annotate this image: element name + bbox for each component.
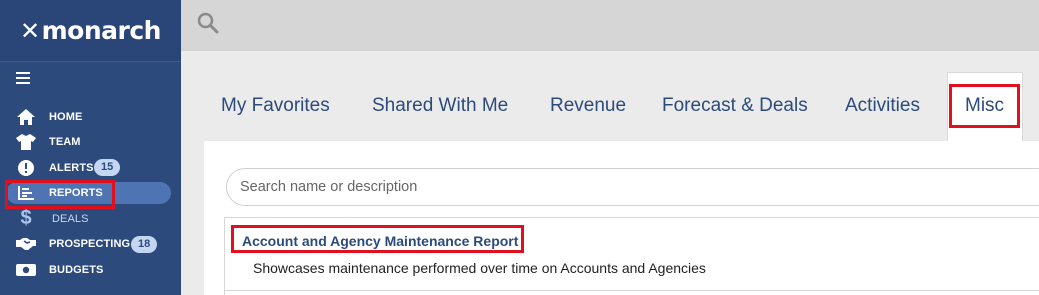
logo-bar: ✕ monarch <box>0 0 181 62</box>
sidebar-item-home[interactable]: HOME <box>0 104 181 130</box>
report-highlight-box <box>231 225 524 253</box>
search-icon[interactable] <box>197 12 219 39</box>
shirt-icon <box>14 132 38 152</box>
tab-activities[interactable]: Activities <box>845 95 920 117</box>
sidebar-item-label: HOME <box>49 110 83 123</box>
sidebar-item-label: TEAM <box>49 136 81 149</box>
search-placeholder: Search name or description <box>240 179 418 195</box>
menu-icon[interactable] <box>16 72 30 88</box>
sidebar-item-label: DEALS <box>52 212 89 225</box>
sidebar-item-alerts[interactable]: ALERTS 15 <box>0 155 181 181</box>
logo-mark-icon: ✕ <box>20 16 40 45</box>
money-icon <box>14 260 38 280</box>
logo-text: monarch <box>41 16 162 45</box>
reports-highlight-box <box>5 180 115 209</box>
report-tabs: My Favorites Shared With Me Revenue Fore… <box>181 51 1039 142</box>
report-description: Showcases maintenance performed over tim… <box>253 260 706 276</box>
handshake-icon <box>14 234 38 254</box>
sidebar-item-team[interactable]: TEAM <box>0 130 181 156</box>
tab-revenue[interactable]: Revenue <box>550 95 626 117</box>
sidebar-item-label: ALERTS <box>49 161 94 174</box>
report-list-item[interactable]: Account and Agency Maintenance Report Sh… <box>224 217 1039 295</box>
divider <box>225 290 1039 291</box>
main-content: My Favorites Shared With Me Revenue Fore… <box>181 51 1039 295</box>
tab-forecast-deals[interactable]: Forecast & Deals <box>662 95 808 117</box>
home-icon <box>14 107 38 127</box>
sidebar-item-label: BUDGETS <box>49 263 104 276</box>
search-input[interactable]: Search name or description <box>226 168 1039 206</box>
sidebar: ✕ monarch HOME TEAM ALERTS 15 REPORTS $ … <box>0 0 181 295</box>
reports-panel: Search name or description Account and A… <box>204 141 1039 295</box>
alert-icon <box>14 158 38 178</box>
alerts-count-badge: 15 <box>94 159 121 176</box>
sidebar-item-prospecting[interactable]: PROSPECTING 18 <box>0 232 181 258</box>
sidebar-item-budgets[interactable]: BUDGETS <box>0 257 181 283</box>
tab-my-favorites[interactable]: My Favorites <box>221 95 330 117</box>
top-bar <box>181 0 1039 51</box>
dollar-icon: $ <box>20 207 32 230</box>
sidebar-item-deals[interactable]: $ DEALS <box>0 206 181 232</box>
misc-tab-highlight-box <box>949 84 1020 128</box>
tab-shared-with-me[interactable]: Shared With Me <box>372 95 508 117</box>
sidebar-item-label: PROSPECTING <box>49 238 131 251</box>
logo[interactable]: ✕ monarch <box>20 16 161 45</box>
prospecting-count-badge: 18 <box>131 235 158 253</box>
